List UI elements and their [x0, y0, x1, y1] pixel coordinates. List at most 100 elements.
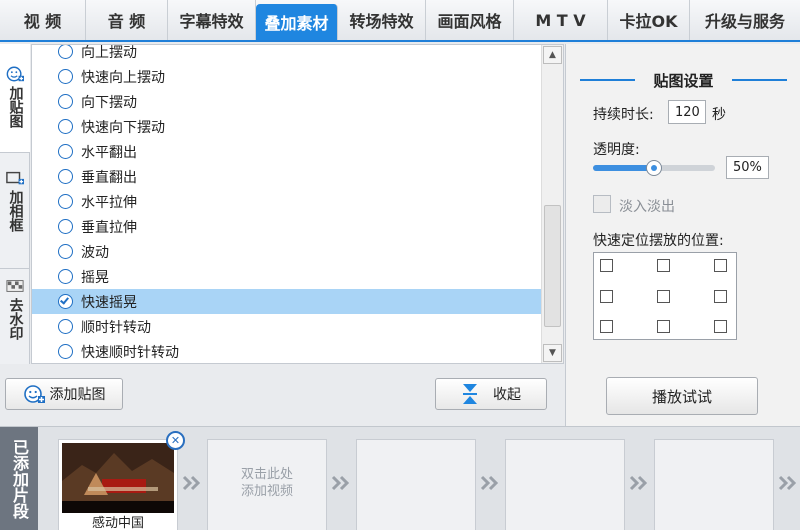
add-video-hint: 双击此处添加视频 [240, 467, 293, 499]
main-tab-bar: 视 频 音 频 字幕特效 叠加素材 转场特效 画面风格 M T V 卡拉OK 升… [0, 0, 800, 42]
collapse-icon [461, 383, 479, 405]
radio-icon[interactable] [58, 45, 73, 59]
effect-label: 快速向上摆动 [81, 69, 165, 86]
clip-slot-5[interactable] [654, 439, 774, 530]
effect-row[interactable]: 垂直拉伸 [32, 214, 541, 239]
position-grid [593, 252, 737, 340]
effect-label: 水平翻出 [81, 144, 137, 161]
effect-row[interactable]: 顺时针转动 [32, 314, 541, 339]
tab-upgrade-service[interactable]: 升级与服务 [690, 0, 800, 40]
radio-icon[interactable] [58, 194, 73, 209]
clip-strip: 已添加片段 感动中国 ✕ 双击此处添加视频 [0, 426, 800, 530]
effect-label: 快速摇晃 [81, 294, 137, 311]
tab-transition-effects[interactable]: 转场特效 [338, 0, 426, 40]
effect-row[interactable]: 水平翻出 [32, 139, 541, 164]
clip-slot-3[interactable] [356, 439, 476, 530]
position-top-right[interactable] [714, 259, 727, 272]
radio-icon[interactable] [58, 169, 73, 184]
effect-label: 快速向下摆动 [81, 119, 165, 136]
effect-row[interactable]: 波动 [32, 239, 541, 264]
opacity-slider-handle[interactable] [646, 160, 662, 176]
position-middle-left[interactable] [600, 290, 613, 303]
frame-add-icon [6, 170, 24, 186]
effect-list: 向上摆动快速向上摆动 向下摆动快速向下摆动 水平翻出垂直翻出水平拉伸垂直拉伸波动摇晃… [31, 44, 564, 364]
side-tab-add-frame[interactable]: 加相框 [0, 170, 30, 270]
opacity-input[interactable]: 50% [726, 156, 769, 179]
chevron-down-icon: ▼ [549, 348, 556, 358]
effect-row[interactable]: 摇晃 [32, 264, 541, 289]
add-sticker-button[interactable]: 添加贴图 [5, 378, 123, 410]
clip-slot-1[interactable]: 感动中国 ✕ [58, 431, 185, 530]
effect-row[interactable]: 快速向上摆动 [32, 64, 541, 89]
strip-label: 已添加片段 [0, 427, 38, 530]
radio-icon[interactable] [58, 244, 73, 259]
effect-row[interactable]: 快速向下摆动 [32, 114, 541, 139]
sticker-add-icon [23, 384, 45, 404]
play-preview-button[interactable]: 播放试试 [606, 377, 758, 415]
position-top-left[interactable] [600, 259, 613, 272]
radio-icon[interactable] [58, 144, 73, 159]
radio-icon[interactable] [58, 269, 73, 284]
duration-input[interactable]: 120 [668, 100, 706, 124]
effect-label: 摇晃 [81, 269, 109, 286]
tab-video[interactable]: 视 频 [0, 0, 86, 40]
tab-mtv[interactable]: M T V [514, 0, 608, 40]
effect-row[interactable]: 快速摇晃 [32, 289, 541, 314]
scroll-down-button[interactable]: ▼ [543, 344, 562, 362]
fade-label: 淡入淡出 [619, 199, 675, 215]
side-tab-bar: 加贴图 加相框 去水印 [0, 44, 30, 364]
sticker-add-icon [6, 66, 24, 82]
radio-icon[interactable] [58, 344, 73, 359]
effect-label: 水平拉伸 [81, 194, 137, 211]
effect-label: 垂直翻出 [81, 169, 137, 186]
clip-slot-4[interactable] [505, 439, 625, 530]
effect-list-scrollbar[interactable]: ▲ ▼ [541, 45, 563, 363]
radio-icon[interactable] [58, 219, 73, 234]
tab-audio[interactable]: 音 频 [86, 0, 168, 40]
tab-subtitle-effects[interactable]: 字幕特效 [168, 0, 256, 40]
collapse-button[interactable]: 收起 [435, 378, 547, 410]
radio-checked-icon[interactable] [58, 294, 73, 309]
position-bottom-right[interactable] [714, 320, 727, 333]
effect-label: 顺时针转动 [81, 319, 151, 336]
tab-overlay-materials[interactable]: 叠加素材 [256, 4, 338, 40]
collapse-label: 收起 [493, 387, 521, 403]
effect-row[interactable]: 水平拉伸 [32, 189, 541, 214]
effect-label: 向下摆动 [81, 94, 137, 111]
radio-icon[interactable] [58, 119, 73, 134]
effect-label: 向上摆动 [81, 44, 137, 61]
clip-slot-2[interactable]: 双击此处添加视频 [207, 439, 327, 530]
close-icon[interactable]: ✕ [166, 431, 185, 450]
effect-row[interactable]: 向上摆动 [32, 44, 541, 64]
scroll-thumb[interactable] [544, 205, 561, 327]
clip-name: 感动中国 [91, 516, 144, 530]
tab-picture-style[interactable]: 画面风格 [426, 0, 514, 40]
radio-icon[interactable] [58, 319, 73, 334]
scroll-up-button[interactable]: ▲ [543, 46, 562, 64]
position-bottom-left[interactable] [600, 320, 613, 333]
radio-icon[interactable] [58, 94, 73, 109]
effect-row[interactable]: 向下摆动 [32, 89, 541, 114]
chevron-right-icon [629, 475, 648, 491]
radio-icon[interactable] [58, 69, 73, 84]
list-action-bar: 添加贴图 收起 [0, 364, 564, 426]
effect-row[interactable]: 垂直翻出 [32, 164, 541, 189]
effect-row[interactable]: 快速顺时针转动 [32, 339, 541, 363]
chevron-right-icon [480, 475, 499, 491]
side-tab-label: 加相框 [7, 190, 24, 232]
position-center[interactable] [657, 290, 670, 303]
side-tab-add-sticker[interactable]: 加贴图 [0, 44, 30, 152]
effect-label: 垂直拉伸 [81, 219, 137, 236]
tab-karaoke[interactable]: 卡拉OK [608, 0, 690, 40]
position-bottom-center[interactable] [657, 320, 670, 333]
sticker-settings-panel: 贴图设置 持续时长: 120 秒 透明度: 50% 淡入淡出 快速定位摆放的位置… [565, 44, 800, 426]
side-tab-remove-watermark[interactable]: 去水印 [0, 278, 30, 364]
fade-checkbox[interactable] [593, 195, 611, 213]
duration-unit: 秒 [712, 107, 726, 123]
position-middle-right[interactable] [714, 290, 727, 303]
chevron-right-icon [182, 475, 201, 491]
opacity-slider[interactable] [593, 160, 715, 176]
position-top-center[interactable] [657, 259, 670, 272]
opacity-label: 透明度: [593, 142, 640, 158]
duration-label: 持续时长: [593, 107, 654, 123]
